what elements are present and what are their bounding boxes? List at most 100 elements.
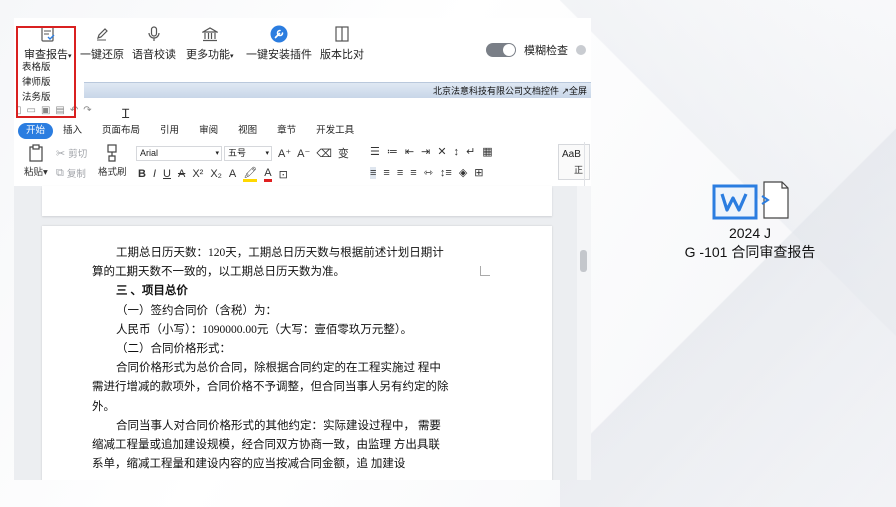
decrease-indent-icon[interactable]: ⇤ — [405, 145, 414, 158]
paste-label: 粘贴 — [24, 167, 44, 178]
font-color-icon[interactable]: A — [264, 167, 272, 182]
grow-font-icon[interactable]: A⁺ — [278, 147, 291, 160]
redo-icon[interactable]: ↷ — [83, 105, 91, 116]
contract-review-button[interactable]: 审查报告▾ — [24, 24, 72, 62]
tab-section[interactable]: 章节 — [267, 123, 306, 139]
more-features-button[interactable]: 更多功能▾ — [186, 24, 234, 62]
underline-icon[interactable]: U — [163, 168, 171, 180]
tab-home[interactable]: 开始 — [18, 123, 54, 139]
tab-references[interactable]: 引用 — [150, 123, 189, 139]
install-plugin-button[interactable]: 一键安装插件 — [246, 24, 312, 62]
scrollbar-thumb[interactable] — [580, 250, 587, 272]
section-heading: 三 、项目总价 — [116, 285, 188, 298]
show-marks-icon[interactable]: ↵ — [466, 145, 475, 158]
text-cursor-icon: Ɪ — [122, 106, 130, 121]
italic-icon[interactable]: I — [153, 168, 156, 180]
margin-mark-right — [480, 266, 490, 276]
paragraph: 合同价格形式为总价合同，除根据合同约定的在工程实施过 程中需进行增减的款项外，合… — [92, 362, 449, 413]
format-painter-button[interactable]: 格式刷 — [98, 144, 127, 178]
save-icon[interactable]: ▣ — [41, 105, 50, 116]
borders-icon[interactable]: ⊞ — [474, 166, 483, 179]
chevron-down-icon: ▾ — [215, 150, 219, 157]
restore-button[interactable]: 一键还原 — [80, 24, 124, 62]
shading-icon[interactable]: ◈ — [459, 166, 467, 179]
character-border-icon[interactable]: ⊡ — [279, 168, 288, 181]
version-compare-button[interactable]: 版本比对 — [320, 24, 364, 62]
paragraph: 人民币（小写）：1090000.00元（大写：壹佰零玖万元整）。 — [116, 323, 413, 336]
word-document-icon — [712, 181, 789, 220]
increase-indent-icon[interactable]: ⇥ — [421, 145, 430, 158]
chinese-layout-icon[interactable]: ✕ — [437, 145, 446, 158]
distributed-icon[interactable]: ⇿ — [424, 166, 433, 179]
paste-button[interactable]: 粘贴▾ — [24, 144, 48, 178]
bullet-list-icon[interactable]: ☰ — [370, 145, 380, 158]
chevron-down-icon: ▾ — [265, 150, 269, 157]
sort-icon[interactable]: ↕ — [454, 146, 460, 158]
font-size-select[interactable]: 五号 ▾ — [224, 146, 272, 161]
alignment-row: ≡ ≡ ≡ ≡ ⇿ ↕≡ ◈ ⊞ — [370, 166, 484, 179]
shrink-font-icon[interactable]: A⁻ — [297, 147, 310, 160]
align-left-icon[interactable]: ≡ — [370, 166, 377, 179]
scissors-icon: ✂ — [56, 147, 66, 160]
justify-icon[interactable]: ≡ — [410, 167, 416, 179]
new-file-icon[interactable]: ▯ — [16, 105, 22, 116]
fuzzy-check-label: 模糊检查 — [524, 45, 568, 57]
print-icon[interactable]: ▤ — [55, 105, 64, 116]
font-name-value: Arial — [140, 148, 159, 158]
previous-page — [42, 186, 552, 216]
tab-review[interactable]: 审阅 — [189, 123, 228, 139]
font-name-select[interactable]: Arial ▾ — [136, 146, 222, 161]
copy-icon: ⧉ — [56, 166, 64, 179]
voice-proofread-button[interactable]: 语音校读 — [132, 24, 176, 62]
desktop-file-name: 2024 J G -101 合同审查报告 — [650, 224, 850, 262]
wrench-icon — [270, 25, 288, 43]
dropdown-item-table-version[interactable]: 表格版 — [22, 60, 74, 75]
numbered-list-icon[interactable]: ≔ — [387, 145, 398, 158]
tab-view[interactable]: 视图 — [228, 123, 267, 139]
highlight-icon[interactable]: 🖍 — [243, 166, 258, 182]
paragraph: 合同当事人对合同价格形式的其他约定：实际建设过程中， 需要缩减工程量或追加建设规… — [92, 419, 441, 471]
install-plugin-label: 一键安装插件 — [246, 49, 312, 61]
dropdown-item-lawyer-version[interactable]: 律师版 — [22, 75, 74, 90]
character-spacing-icon[interactable]: A — [229, 168, 236, 180]
cut-button[interactable]: ✂ 剪切 — [56, 146, 87, 161]
home-ribbon: 粘贴▾ ✂ 剪切 ⧉ 复制 格式刷 Arial ▾ 五号 ▾ A⁺ A⁻ ⌫ 变 B I… — [14, 142, 591, 186]
superscript-icon[interactable]: X² — [192, 168, 203, 180]
paragraph-tools-row: ☰ ≔ ⇤ ⇥ ✕ ↕ ↵ ▦ — [370, 145, 493, 159]
clipboard-icon — [29, 144, 43, 162]
copy-button[interactable]: ⧉ 复制 — [56, 166, 86, 181]
desktop-file[interactable] — [712, 178, 792, 224]
paragraph: （二）合同价格形式： — [116, 343, 231, 356]
fuzzy-check-toggle[interactable] — [486, 43, 516, 57]
brush-icon — [107, 144, 117, 162]
style-gallery[interactable]: AaB 正 — [558, 144, 590, 180]
more-features-label: 更多功能 — [186, 49, 230, 61]
font-tools-row: A⁺ A⁻ ⌫ 变 — [278, 145, 349, 161]
table-border-icon[interactable]: ▦ — [482, 145, 492, 158]
undo-icon[interactable]: ↶ — [70, 105, 78, 116]
strikethrough-icon[interactable]: A — [178, 168, 185, 180]
open-folder-icon[interactable]: ▭ — [27, 105, 36, 116]
tab-developer[interactable]: 开发工具 — [306, 123, 364, 139]
paragraph: 工期总日历天数：120天，工期总日历天数与根据前述计划日期计算的工期天数不一致的… — [92, 247, 444, 279]
tab-page-layout[interactable]: 页面布局 — [92, 123, 150, 139]
document-text[interactable]: 工期总日历天数：120天，工期总日历天数与根据前述计划日期计算的工期天数不一致的… — [92, 244, 450, 474]
document-canvas[interactable]: 工期总日历天数：120天，工期总日历天数与根据前述计划日期计算的工期天数不一致的… — [14, 186, 591, 480]
clear-format-icon[interactable]: ⌫ — [316, 147, 332, 160]
copy-label: 复制 — [66, 169, 86, 180]
align-center-icon[interactable]: ≡ — [383, 167, 389, 179]
tab-insert[interactable]: 插入 — [53, 123, 92, 139]
ribbon-divider — [584, 142, 585, 186]
font-size-value: 五号 — [228, 148, 247, 158]
bold-icon[interactable]: B — [138, 168, 146, 180]
phonetic-icon[interactable]: 变 — [338, 145, 349, 161]
help-icon[interactable] — [576, 45, 586, 55]
ribbon-tabs: 开始 插入 页面布局 引用 审阅 视图 章节 开发工具 — [18, 122, 364, 140]
pen-icon — [95, 25, 109, 43]
subscript-icon[interactable]: X₂ — [210, 168, 222, 180]
line-spacing-icon[interactable]: ↕≡ — [440, 167, 452, 179]
document-editor-window: 审查报告▾ 一键还原 语音校读 更多功能▾ 一键安装插件 版本比对 模糊检查 北… — [14, 18, 591, 480]
dropdown-item-legal-version[interactable]: 法务版 — [22, 90, 74, 105]
vertical-scrollbar[interactable] — [577, 186, 591, 480]
align-right-icon[interactable]: ≡ — [397, 167, 403, 179]
